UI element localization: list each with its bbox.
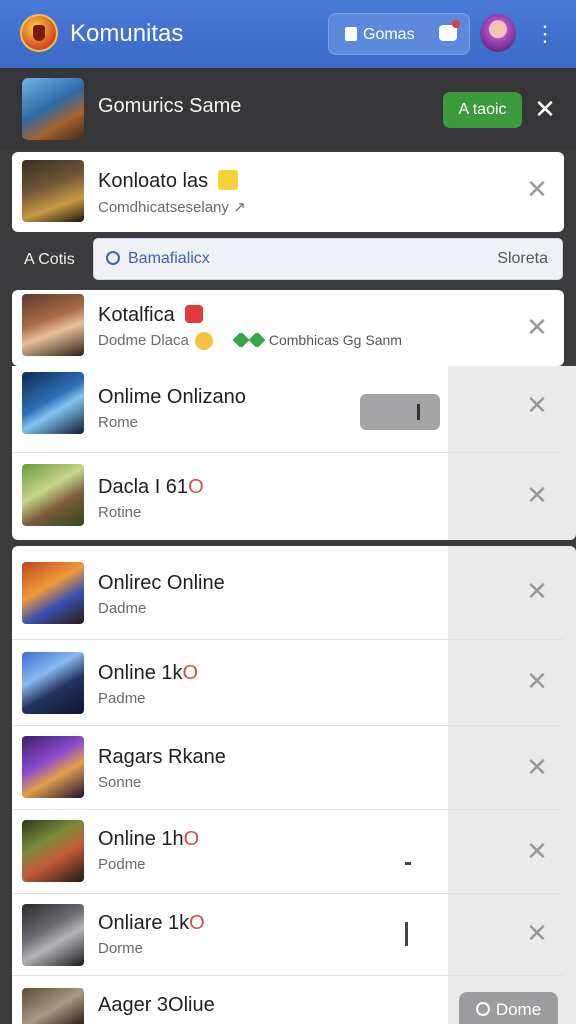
pinned-card-title: Konloato las (98, 169, 239, 193)
search-input[interactable]: Bamafialicx Sloreta (93, 238, 563, 280)
list-item-title: Onlirec Online (98, 572, 225, 594)
red-badge-icon (184, 304, 203, 323)
indicator-mark (405, 862, 411, 865)
featured-card-title-text: Kotalfica (98, 304, 175, 326)
list-item-thumbnail (22, 904, 84, 966)
list-item-title-accent: O (188, 476, 204, 498)
clock-icon (475, 1001, 490, 1016)
add-button[interactable]: A taoic (443, 92, 522, 128)
featured-card-subtitle-text: Dodme Dlaca (98, 332, 189, 349)
list-item-close-icon[interactable]: ✕ (522, 390, 552, 420)
list-group: Onlirec Online Dadme ✕ Online 1kO Padme … (12, 546, 576, 1024)
list-item-title: Online 1kO (98, 662, 198, 685)
list-item-title-accent: O (182, 662, 199, 684)
divider (12, 893, 564, 894)
list-item-title: Dacla I 61O (98, 476, 204, 499)
divider (12, 725, 564, 726)
done-button-label: Dome (495, 1000, 542, 1019)
featured-card-close-icon[interactable]: ✕ (522, 312, 552, 342)
pinned-card-close-icon[interactable]: ✕ (522, 174, 552, 204)
list-item-title: Online 1hO (98, 828, 199, 851)
list-item-thumbnail (22, 820, 84, 882)
list-item-title: Onlime Onlizano (98, 386, 246, 408)
pinned-card-subtitle: Comdhicatseselany ↗ (98, 198, 246, 216)
avatar[interactable] (480, 14, 516, 52)
list-item-title: Ragars Rkane (98, 746, 226, 768)
emoji-icon (194, 332, 213, 351)
yellow-badge-icon (218, 169, 239, 190)
game-header-thumbnail (22, 78, 84, 140)
list-item-subtitle: Padme (98, 690, 146, 707)
app-logo-icon[interactable] (20, 14, 58, 52)
pinned-card[interactable]: Konloato las Comdhicatseselany ↗ ✕ (12, 152, 564, 232)
list-item-subtitle: Rome (98, 414, 139, 431)
list-item-title: Onliare 1kO (98, 912, 205, 935)
list-item-title-text: Online 1k (98, 662, 183, 684)
list-item-subtitle: Dadme (98, 600, 147, 617)
list-item-subtitle: Sonne (98, 774, 142, 791)
featured-card-thumbnail (22, 294, 84, 356)
bag-icon (345, 27, 357, 41)
list-item-thumbnail (22, 464, 84, 526)
app-title: Komunitas (70, 20, 184, 47)
divider (12, 809, 564, 810)
toggle-pill-handle (417, 404, 420, 420)
game-header-title: Gomurics Same (98, 95, 242, 117)
list-item-title-text: Onliare 1k (98, 912, 190, 934)
search-row-label[interactable]: A Cotis (24, 251, 75, 269)
featured-card[interactable]: Kotalfica Dodme Dlaca Combhicas Gg Sanm ✕ (12, 290, 564, 366)
list-item-thumbnail (22, 736, 84, 798)
search-action-label[interactable]: Sloreta (497, 250, 548, 268)
pinned-card-subtitle-text: Comdhicatseselany (98, 199, 229, 216)
featured-card-title: Kotalfica (98, 304, 203, 327)
featured-card-subtitle: Dodme Dlaca Combhicas Gg Sanm (98, 332, 402, 351)
pinned-card-title-text: Konloato las (98, 170, 209, 192)
list-item-close-icon[interactable]: ✕ (522, 576, 552, 606)
list-item-title-text: Dacla I 61 (98, 476, 189, 498)
search-icon (106, 251, 120, 265)
divider (12, 639, 564, 640)
list-item-subtitle: Podme (98, 856, 146, 873)
games-chip-label: Gomas (363, 26, 415, 43)
list-item-thumbnail (22, 562, 84, 624)
header-close-icon[interactable]: ✕ (532, 94, 558, 124)
list-group-shade (448, 546, 576, 1024)
indicator-mark (405, 922, 408, 946)
search-input-value: Bamafialicx (128, 250, 210, 267)
search-row: A Cotis Bamafialicx Sloreta (0, 232, 576, 288)
list-item-title-accent: O (183, 828, 200, 850)
list-item-close-icon[interactable]: ✕ (522, 480, 552, 510)
list-item-title: Aager 3Oliue (98, 994, 215, 1016)
list-item-title-accent: O (189, 912, 205, 934)
list-item-thumbnail (22, 652, 84, 714)
edit-icon: ↗ (233, 199, 246, 216)
divider (12, 975, 564, 976)
list-item-close-icon[interactable]: ✕ (522, 666, 552, 696)
list-item-title-text: Online 1h (98, 828, 184, 850)
featured-card-extra: Combhicas Gg Sanm (268, 332, 402, 348)
pinned-card-thumbnail (22, 160, 84, 222)
done-button[interactable]: Dome (459, 992, 558, 1024)
chat-icon[interactable] (439, 20, 460, 41)
list-item-thumbnail (22, 372, 84, 434)
list-item-close-icon[interactable]: ✕ (522, 836, 552, 866)
list-item-thumbnail (22, 988, 84, 1024)
list-item-close-icon[interactable]: ✕ (522, 752, 552, 782)
hearts-icon (233, 334, 265, 348)
list-item-subtitle: Rotine (98, 504, 142, 521)
more-vert-icon[interactable]: ⋮ (534, 20, 556, 48)
games-chip-button[interactable]: Gomas (328, 13, 470, 55)
list-group-shade (448, 366, 576, 540)
toggle-pill[interactable] (360, 394, 440, 430)
divider (12, 452, 564, 453)
app-bar: Komunitas Gomas ⋮ (0, 0, 576, 68)
list-group: Onlime Onlizano Rome ✕ Dacla I 61O Rotin… (12, 366, 576, 540)
list-item-subtitle: Dorme (98, 940, 144, 957)
list-item-close-icon[interactable]: ✕ (522, 918, 552, 948)
